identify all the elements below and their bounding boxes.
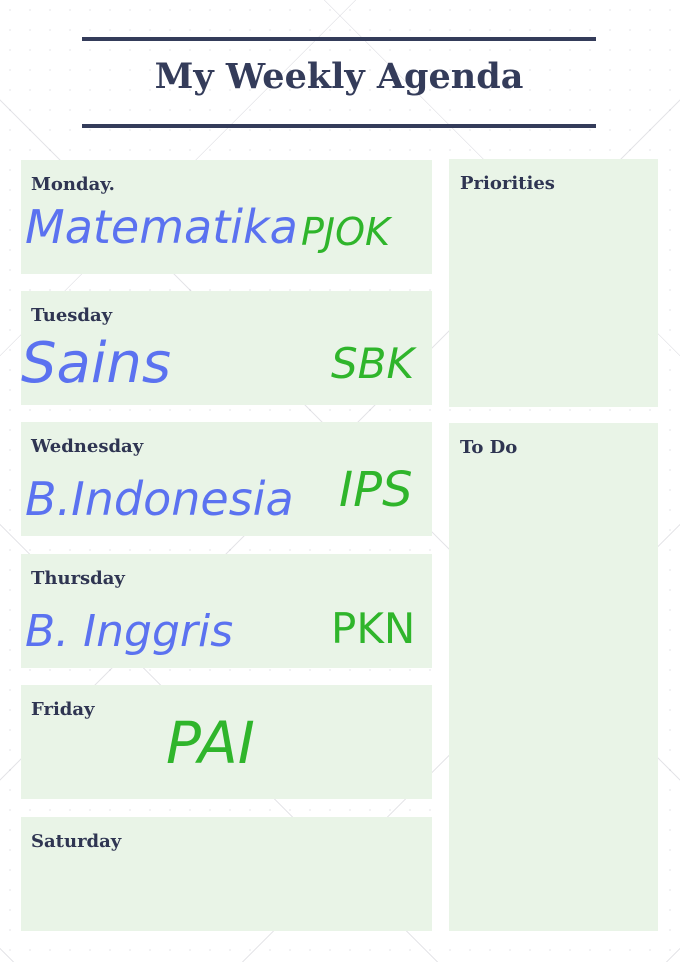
subject-primary: B.Indonesia bbox=[25, 472, 294, 526]
day-card-thursday: Thursday B. Inggris PKN bbox=[21, 554, 432, 668]
subject-secondary: IPS bbox=[339, 462, 413, 518]
day-card-tuesday: Tuesday Sains SBK bbox=[21, 291, 432, 405]
priorities-panel: Priorities bbox=[449, 159, 658, 407]
subject-primary: PAI bbox=[166, 709, 255, 777]
subject-primary: Sains bbox=[21, 331, 172, 396]
title-rule-top bbox=[82, 37, 596, 41]
day-label: Thursday bbox=[31, 568, 125, 589]
todo-label: To Do bbox=[460, 437, 518, 458]
day-label: Monday. bbox=[31, 174, 115, 195]
day-label: Wednesday bbox=[31, 436, 144, 457]
title-rule-bottom bbox=[82, 124, 596, 128]
day-label: Friday bbox=[31, 699, 95, 720]
day-card-monday: Monday. Matematika PJOK bbox=[21, 160, 432, 274]
todo-panel: To Do bbox=[449, 423, 658, 931]
day-label: Tuesday bbox=[31, 305, 113, 326]
page-title: My Weekly Agenda bbox=[154, 56, 524, 97]
day-card-friday: Friday PAI bbox=[21, 685, 432, 799]
day-card-saturday: Saturday bbox=[21, 817, 432, 931]
subject-primary: Matematika bbox=[25, 200, 298, 254]
subject-secondary: PKN bbox=[331, 604, 416, 653]
day-label: Saturday bbox=[31, 831, 122, 852]
subject-secondary: PJOK bbox=[301, 210, 390, 254]
priorities-label: Priorities bbox=[460, 173, 555, 194]
subject-secondary: SBK bbox=[331, 339, 415, 388]
day-card-wednesday: Wednesday B.Indonesia IPS bbox=[21, 422, 432, 536]
subject-primary: B. Inggris bbox=[25, 606, 234, 657]
